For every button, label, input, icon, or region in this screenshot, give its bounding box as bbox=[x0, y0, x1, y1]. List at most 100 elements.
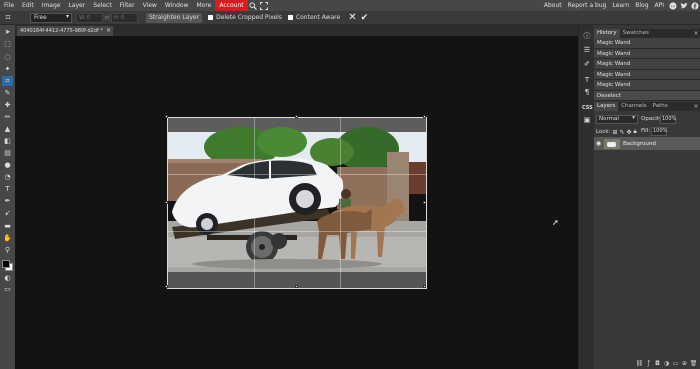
history-item[interactable]: Magic Wand bbox=[594, 38, 700, 49]
tab-channels[interactable]: Channels bbox=[618, 102, 649, 111]
menu-window[interactable]: Window bbox=[161, 0, 193, 11]
tab-paths[interactable]: Paths bbox=[650, 102, 671, 111]
link-icon[interactable]: ⛓ bbox=[635, 360, 644, 367]
crop-handle-left[interactable] bbox=[165, 201, 168, 204]
info-icon[interactable]: ⓘ bbox=[582, 31, 592, 41]
link-learn[interactable]: Learn bbox=[609, 0, 632, 11]
menu-view[interactable]: View bbox=[139, 0, 161, 11]
crop-tool-icon[interactable]: ⌗ bbox=[2, 76, 13, 86]
menu-image[interactable]: Image bbox=[38, 0, 65, 11]
history-item[interactable]: Magic Wand bbox=[594, 48, 700, 59]
history-panel-icon[interactable]: ☰ bbox=[582, 45, 592, 55]
lock-pixels-icon[interactable]: ✎ bbox=[619, 129, 624, 136]
menu-account[interactable]: Account bbox=[215, 0, 248, 11]
twitter-icon[interactable] bbox=[678, 0, 689, 11]
lock-transparency-icon[interactable]: ⊞ bbox=[612, 129, 617, 136]
history-item[interactable]: Deselect bbox=[594, 90, 700, 101]
tools-panel: ➤ ⬚ ◌ ✦ ⌗ ✎ ✚ ✏ ▲ ◧ ▤ ● ◔ T ✒ ➹ ▬ ✋ ⚲ ◐ … bbox=[0, 25, 15, 369]
facebook-icon[interactable] bbox=[689, 0, 700, 11]
link-report-bug[interactable]: Report a bug bbox=[565, 0, 610, 11]
swap-icon[interactable]: ⇄ bbox=[103, 14, 111, 21]
brush-settings-icon[interactable]: ✐ bbox=[582, 59, 592, 69]
adjustment-icon[interactable]: ◑ bbox=[662, 360, 671, 367]
crop-frame[interactable] bbox=[165, 115, 427, 289]
height-field[interactable]: H: 0 bbox=[111, 12, 138, 23]
close-icon[interactable]: ✕ bbox=[348, 12, 356, 23]
screen-mode-icon[interactable]: ▭ bbox=[2, 284, 13, 294]
menu-file[interactable]: File bbox=[0, 0, 18, 11]
close-icon[interactable]: × bbox=[692, 29, 700, 38]
crop-handle-bottom-right[interactable] bbox=[423, 285, 426, 288]
history-item[interactable]: Magic Wand bbox=[594, 59, 700, 70]
reddit-icon[interactable] bbox=[667, 0, 678, 11]
healing-icon[interactable]: ✚ bbox=[2, 100, 13, 110]
history-item[interactable]: Magic Wand bbox=[594, 69, 700, 80]
effects-icon[interactable]: ƒ bbox=[644, 360, 653, 367]
straighten-layer-button[interactable]: Straighten Layer bbox=[146, 12, 203, 23]
menu-edit[interactable]: Edit bbox=[18, 0, 38, 11]
canvas-workspace[interactable]: ➚ bbox=[15, 36, 578, 369]
crop-handle-top-right[interactable] bbox=[423, 115, 426, 118]
eraser-icon[interactable]: ◧ bbox=[2, 136, 13, 146]
tab-swatches[interactable]: Swatches bbox=[620, 29, 652, 38]
quick-mask-icon[interactable]: ◐ bbox=[2, 273, 13, 283]
delete-cropped-checkbox[interactable]: Delete Cropped Pixels bbox=[208, 14, 282, 21]
fill-field[interactable]: 100% bbox=[651, 127, 667, 136]
shape-icon[interactable]: ▬ bbox=[2, 221, 13, 231]
link-blog[interactable]: Blog bbox=[632, 0, 651, 11]
width-field[interactable]: W: 0 bbox=[76, 12, 103, 23]
move-icon[interactable]: ➤ bbox=[2, 27, 13, 37]
ratio-select[interactable]: Free bbox=[30, 12, 72, 23]
history-item[interactable]: Magic Wand bbox=[594, 80, 700, 91]
close-icon[interactable]: × bbox=[692, 102, 700, 111]
opacity-field[interactable]: 100% bbox=[660, 115, 676, 124]
eyedropper-icon[interactable]: ✎ bbox=[2, 88, 13, 98]
visibility-eye-icon[interactable]: ◉ bbox=[594, 140, 603, 147]
layer-row[interactable]: ◉ Background bbox=[594, 137, 700, 150]
image-panel-icon[interactable]: ▣ bbox=[582, 115, 592, 125]
document-tab[interactable]: 4040184f-4412-4775-980f-d2df * × bbox=[17, 26, 113, 36]
link-about[interactable]: About bbox=[541, 0, 565, 11]
lock-all-icon[interactable]: 🔒︎ bbox=[634, 128, 637, 136]
menu-select[interactable]: Select bbox=[89, 0, 116, 11]
lasso-icon[interactable]: ◌ bbox=[2, 52, 13, 62]
crop-handle-bottom-left[interactable] bbox=[165, 285, 168, 288]
dodge-icon[interactable]: ◔ bbox=[2, 172, 13, 182]
crop-handle-top[interactable] bbox=[295, 115, 298, 118]
foreground-color-swatch[interactable] bbox=[2, 260, 10, 268]
hand-icon[interactable]: ✋ bbox=[2, 233, 13, 243]
crop-handle-top-left[interactable] bbox=[165, 115, 168, 118]
text-tool-icon[interactable]: T bbox=[2, 184, 13, 194]
menu-filter[interactable]: Filter bbox=[116, 0, 139, 11]
css-icon[interactable]: CSS bbox=[582, 103, 593, 113]
tab-history[interactable]: History bbox=[594, 29, 620, 38]
crop-handle-right[interactable] bbox=[423, 201, 426, 204]
blend-mode-select[interactable]: Normal bbox=[596, 115, 638, 124]
clone-stamp-icon[interactable]: ▲ bbox=[2, 124, 13, 134]
folder-icon[interactable]: ▭ bbox=[671, 360, 680, 367]
mask-icon[interactable]: ◘ bbox=[653, 360, 662, 367]
gradient-icon[interactable]: ▤ bbox=[2, 148, 13, 158]
pen-icon[interactable]: ✒ bbox=[2, 196, 13, 206]
path-select-icon[interactable]: ➹ bbox=[2, 208, 13, 218]
menu-layer[interactable]: Layer bbox=[64, 0, 89, 11]
new-layer-icon[interactable]: ⊕ bbox=[680, 360, 689, 367]
trash-icon[interactable]: 🗑︎ bbox=[689, 360, 698, 367]
character-icon[interactable]: T bbox=[582, 75, 592, 85]
tab-layers[interactable]: Layers bbox=[594, 102, 619, 111]
content-aware-checkbox[interactable]: Content Aware bbox=[287, 14, 340, 21]
lock-position-icon[interactable]: ✥ bbox=[626, 129, 631, 136]
zoom-icon[interactable]: ⚲ bbox=[2, 245, 13, 255]
magic-wand-icon[interactable]: ✦ bbox=[2, 64, 13, 74]
crop-handle-bottom[interactable] bbox=[295, 285, 298, 288]
close-tab-icon[interactable]: × bbox=[106, 26, 111, 36]
blur-icon[interactable]: ● bbox=[2, 160, 13, 170]
check-icon[interactable]: ✔ bbox=[361, 13, 369, 23]
marquee-icon[interactable]: ⬚ bbox=[2, 39, 13, 49]
menu-more[interactable]: More bbox=[193, 0, 216, 11]
link-api[interactable]: API bbox=[652, 0, 668, 11]
brush-icon[interactable]: ✏ bbox=[2, 112, 13, 122]
search-icon[interactable] bbox=[248, 0, 259, 11]
fullscreen-icon[interactable] bbox=[259, 0, 270, 11]
paragraph-icon[interactable]: ¶ bbox=[582, 87, 592, 97]
